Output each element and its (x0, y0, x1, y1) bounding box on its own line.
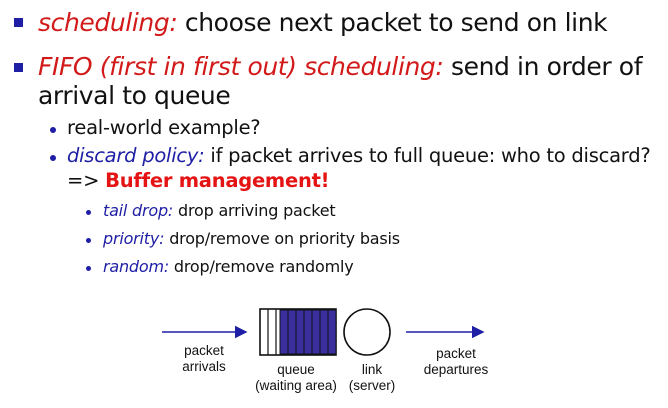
queued-packet (311, 309, 321, 355)
label-link: link (server) (348, 362, 396, 393)
queued-packet (287, 309, 297, 355)
queued-packet (303, 309, 313, 355)
queued-packet (319, 309, 329, 355)
queued-packets (279, 309, 337, 355)
label-packet-arrivals: packet arrivals (182, 343, 226, 374)
queue-diagram (162, 308, 485, 356)
queued-packet (327, 309, 337, 355)
label-packet-departures: packet departures (423, 346, 489, 377)
queued-packet (295, 309, 305, 355)
queued-packet (279, 309, 289, 355)
label-queue: queue (waiting area) (255, 362, 337, 393)
link-server-circle (343, 308, 391, 356)
